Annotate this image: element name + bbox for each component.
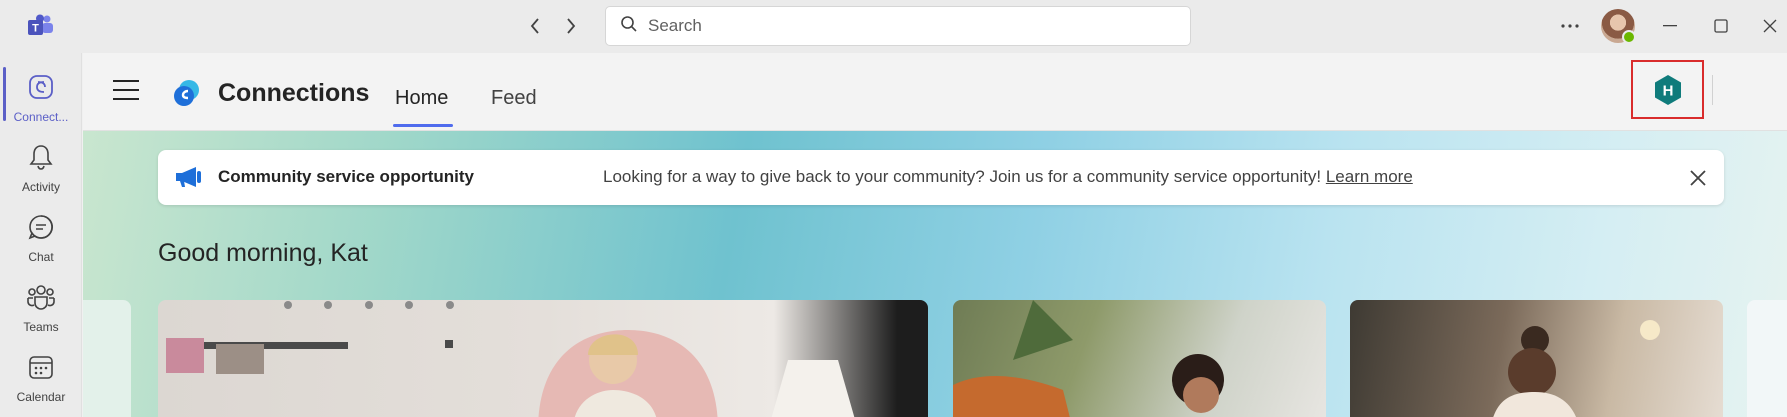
banner-message: Looking for a way to give back to your c… (603, 167, 1413, 187)
megaphone-icon (174, 165, 202, 189)
close-window-button[interactable] (1756, 12, 1784, 40)
svg-text:T: T (32, 23, 39, 35)
greeting: Good morning, Kat (158, 239, 368, 267)
featured-card-image[interactable] (158, 300, 928, 417)
rail-item-label: Teams (23, 320, 59, 334)
hexagon-h-icon: H (1653, 74, 1683, 106)
menu-icon[interactable] (113, 80, 139, 100)
app-header: Connections Home Feed H (83, 53, 1787, 131)
calendar-icon (27, 353, 55, 386)
rail-item-label: Connect... (13, 110, 69, 124)
search-input[interactable]: Search (605, 6, 1191, 46)
teams-logo-icon[interactable]: T (28, 14, 54, 38)
banner-title: Community service opportunity (218, 167, 474, 186)
chat-icon (27, 213, 55, 246)
announcement-banner: Community service opportunity Looking fo… (158, 150, 1724, 205)
rail-item-chat[interactable]: Chat (0, 203, 82, 271)
more-options-icon[interactable] (1556, 12, 1584, 40)
office-scene-image (166, 301, 855, 417)
maximize-button[interactable] (1707, 12, 1735, 40)
search-placeholder: Search (648, 16, 702, 35)
connections-icon (27, 73, 55, 106)
learn-more-link[interactable]: Learn more (1326, 167, 1413, 186)
rail-item-activity[interactable]: Activity (0, 133, 82, 201)
home-content: Community service opportunity Looking fo… (83, 131, 1787, 417)
teams-icon (26, 283, 56, 316)
news-card-image[interactable] (953, 300, 1326, 417)
svg-text:H: H (1662, 82, 1673, 99)
person-at-desk-image (1493, 320, 1660, 417)
close-icon[interactable] (1688, 168, 1708, 188)
app-title: Connections (218, 79, 370, 107)
presence-available-icon (1622, 30, 1636, 44)
rail-item-label: Chat (28, 250, 54, 264)
forward-arrow-icon[interactable] (559, 14, 583, 38)
bell-icon (28, 143, 54, 176)
carousel-card-previous[interactable] (83, 300, 131, 417)
carousel-card-next[interactable] (1747, 300, 1787, 417)
woman-working-image (953, 300, 1224, 417)
rail-item-label: Calendar (16, 390, 66, 404)
back-arrow-icon[interactable] (523, 14, 547, 38)
home-site-button[interactable]: H (1631, 60, 1704, 119)
minimize-button[interactable] (1656, 12, 1684, 40)
header-divider (1712, 75, 1713, 105)
rail-item-connections[interactable]: Connect... (0, 63, 82, 131)
news-card-image-2[interactable] (1350, 300, 1723, 417)
title-bar: T Search (0, 0, 1787, 53)
rail-item-teams[interactable]: Teams (0, 273, 82, 341)
rail-item-calendar[interactable]: Calendar (0, 343, 82, 411)
tab-home[interactable]: Home (395, 87, 448, 110)
banner-text: Looking for a way to give back to your c… (603, 167, 1326, 186)
connections-logo-icon (171, 77, 203, 109)
tab-feed[interactable]: Feed (491, 87, 537, 110)
app-rail: Connect... Activity Chat Teams Calendar (0, 53, 82, 417)
search-icon (620, 15, 638, 38)
active-tab-indicator (393, 124, 453, 127)
rail-item-label: Activity (21, 180, 60, 194)
